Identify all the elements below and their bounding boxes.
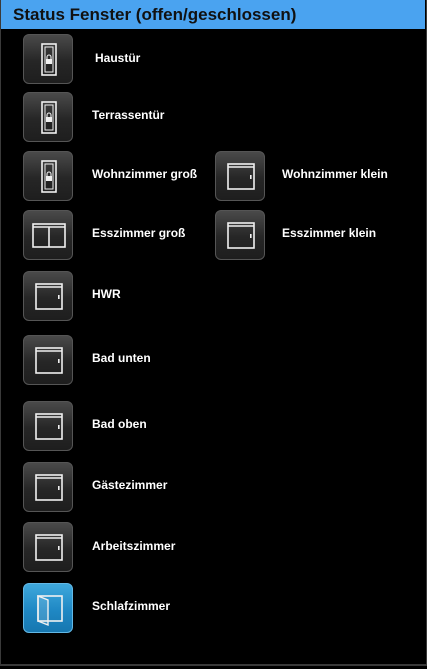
window-tile-wohnzimmer-klein[interactable]	[215, 151, 265, 201]
window-tile-bad-oben[interactable]	[23, 401, 73, 451]
window-label-haustuer: Haustür	[95, 51, 141, 65]
window-label-bad-oben: Bad oben	[92, 417, 147, 431]
window-label-arbeitszimmer: Arbeitszimmer	[92, 539, 176, 553]
window-label-esszimmer-gross: Esszimmer groß	[92, 226, 186, 240]
window-tile-schlafzimmer[interactable]	[23, 583, 73, 633]
window-label-wohnzimmer-gross: Wohnzimmer groß	[92, 167, 198, 181]
window-label-bad-unten: Bad unten	[92, 351, 151, 365]
window-tile-hwr[interactable]	[23, 271, 73, 321]
window-label-hwr: HWR	[92, 287, 121, 301]
window-tile-bad-unten[interactable]	[23, 335, 73, 385]
window-label-esszimmer-klein: Esszimmer klein	[282, 226, 377, 240]
window-label-gaestezimmer: Gästezimmer	[92, 478, 168, 492]
window-label-terrassentuer: Terrassentür	[92, 108, 165, 122]
page-title: Status Fenster (offen/geschlossen)	[13, 5, 297, 24]
panel-header: Status Fenster (offen/geschlossen)	[1, 0, 425, 29]
window-label-wohnzimmer-klein: Wohnzimmer klein	[282, 167, 388, 181]
window-tile-haustuer[interactable]	[23, 34, 73, 84]
window-tile-esszimmer-klein[interactable]	[215, 210, 265, 260]
window-label-schlafzimmer: Schlafzimmer	[92, 599, 171, 613]
window-tile-esszimmer-gross[interactable]	[23, 210, 73, 260]
window-tile-arbeitszimmer[interactable]	[23, 522, 73, 572]
window-tile-wohnzimmer-gross[interactable]	[23, 151, 73, 201]
window-tile-gaestezimmer[interactable]	[23, 462, 73, 512]
window-tile-terrassentuer[interactable]	[23, 92, 73, 142]
